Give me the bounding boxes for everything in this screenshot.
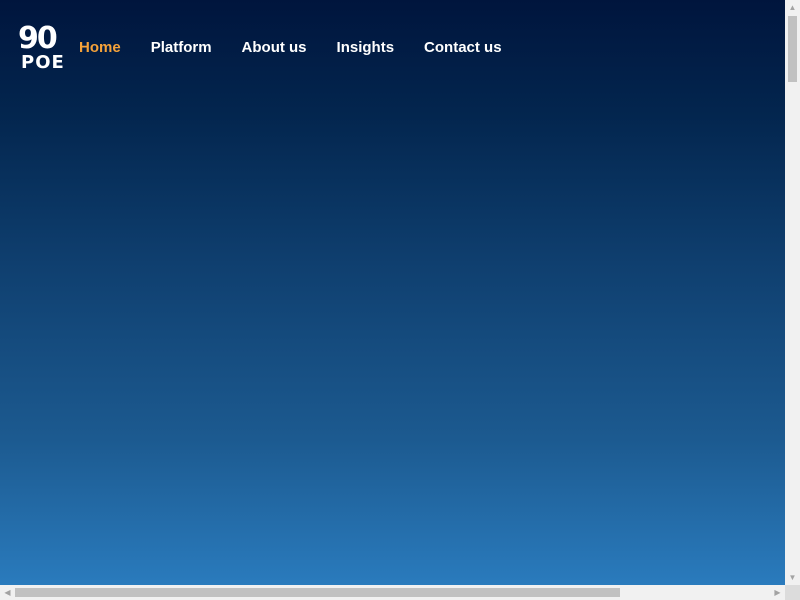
logo-text-90: 90 (18, 21, 58, 56)
vertical-scroll-thumb[interactable] (788, 16, 797, 82)
nav-about-us[interactable]: About us (242, 38, 307, 58)
scrollbar-corner (785, 585, 800, 600)
chevron-left-icon[interactable]: ◀ (0, 585, 15, 600)
chevron-right-icon[interactable]: ▶ (770, 585, 785, 600)
nav-platform[interactable]: Platform (151, 38, 212, 58)
chevron-up-icon[interactable]: ▲ (785, 0, 800, 15)
horizontal-scroll-thumb[interactable] (15, 588, 620, 597)
logo[interactable]: 90 POE (18, 24, 66, 74)
horizontal-scrollbar[interactable]: ◀ ▶ (0, 585, 785, 600)
top-navigation: 90 POE Home Platform About us Insights C… (0, 0, 785, 96)
logo-text-poe: POE (21, 52, 65, 73)
nav-insights[interactable]: Insights (337, 38, 395, 58)
main-nav: Home Platform About us Insights Contact … (79, 38, 532, 58)
vertical-scrollbar[interactable]: ▲ ▼ (785, 0, 800, 585)
nav-home[interactable]: Home (79, 38, 121, 58)
hero-section: 90 POE Home Platform About us Insights C… (0, 0, 785, 585)
chevron-down-icon[interactable]: ▼ (785, 570, 800, 585)
nav-contact-us[interactable]: Contact us (424, 38, 502, 58)
